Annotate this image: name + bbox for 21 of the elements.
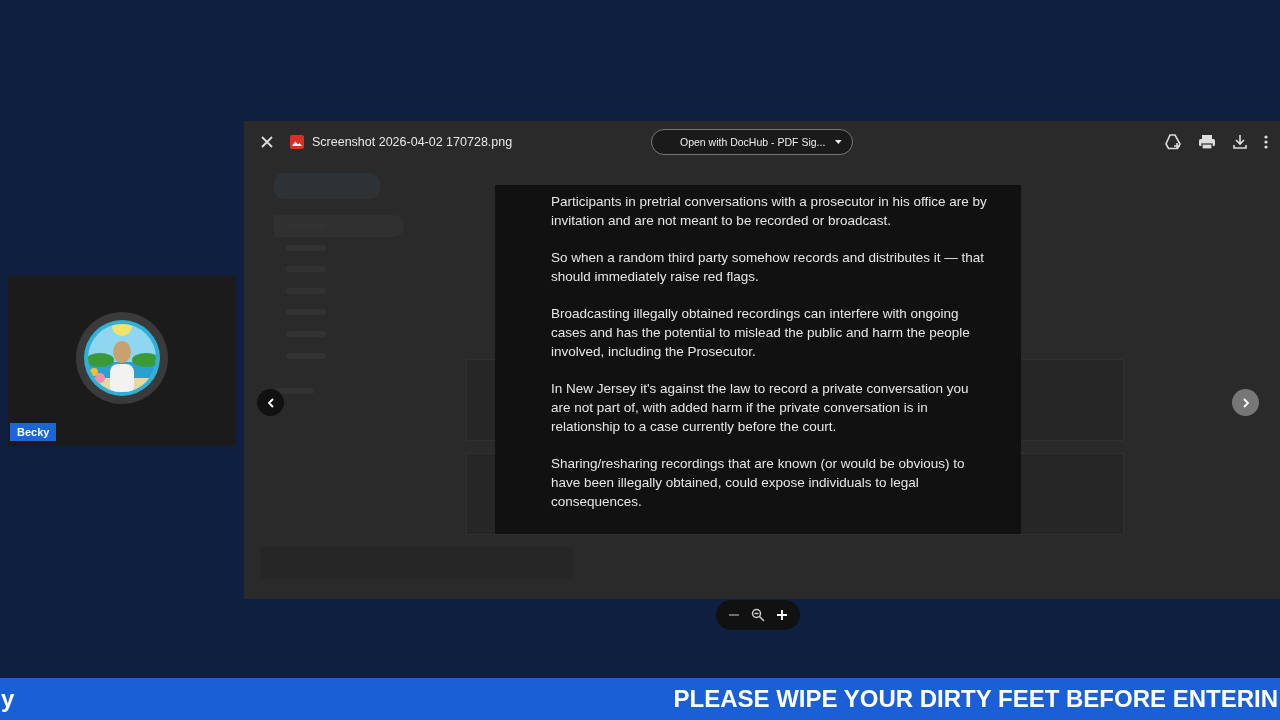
close-icon[interactable] [260, 135, 274, 149]
drive-add-icon[interactable] [1164, 133, 1182, 151]
caret-icon[interactable] [835, 139, 842, 145]
more-icon[interactable] [1264, 135, 1268, 149]
chevron-left-icon [266, 397, 275, 408]
paragraph: Participants in pretrial conversations with a prosecutor in his office are by invitation and are not meant to be recorded or broadcast. [551, 193, 988, 230]
image-file-icon [290, 135, 304, 149]
ticker-text: y [1, 685, 15, 713]
open-with-button[interactable]: Open with DocHub - PDF Sig... [651, 129, 853, 155]
print-icon[interactable] [1198, 133, 1216, 151]
download-icon[interactable] [1232, 134, 1248, 150]
paragraph: Broadcasting illegally obtained recordings can interfere with ongoing cases and has the potential to mislead the public and harm the people involved, including the Prosecutor. [551, 305, 971, 361]
ticker-text: PLEASE WIPE YOUR DIRTY FEET BEFORE ENTERIN [673, 685, 1279, 713]
zoom-plus-icon[interactable] [776, 609, 789, 621]
name-tag: Becky [10, 423, 57, 441]
paragraph: So when a random third party somehow records and distributes it — that should immediately raise red flags. [551, 249, 985, 286]
paragraph: In New Jersey it's against the law to record a private conversation you are not part of, with added harm if the private conversation is in relationship to a case currently before the court. [551, 380, 970, 436]
chevron-right-icon [1241, 397, 1250, 408]
zoom-out-icon[interactable] [751, 608, 765, 622]
paragraph: Sharing/resharing recordings that are known (or would be obvious) to have been illegally obtained, could expose individuals to legal consequences. [551, 454, 966, 511]
file-name: Screenshot 2026-04-02 170728.png [312, 135, 513, 149]
